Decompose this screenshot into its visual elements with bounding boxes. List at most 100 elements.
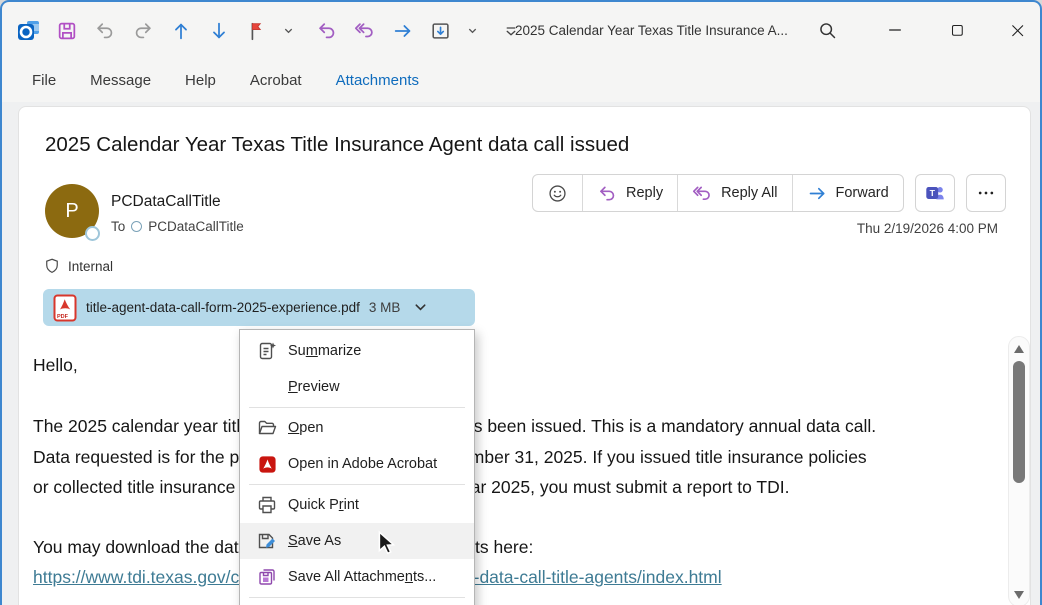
reply-all-icon — [692, 183, 713, 204]
menu-item-preview[interactable]: Preview — [240, 369, 474, 405]
menu-item-summarize[interactable]: Summarize — [240, 333, 474, 369]
outlook-message-window: 2025 Calendar Year Texas Title Insurance… — [0, 0, 1042, 605]
menu-label: Su — [288, 343, 306, 359]
tab-file[interactable]: File — [32, 72, 56, 89]
reply-label: Reply — [626, 185, 663, 201]
redo-icon[interactable] — [130, 18, 155, 43]
teams-icon: T — [924, 182, 946, 204]
flag-icon[interactable] — [244, 18, 269, 43]
body-greeting: Hello, — [33, 355, 78, 376]
reactions-button[interactable] — [533, 175, 583, 211]
adobe-acrobat-icon — [257, 454, 277, 474]
svg-text:T: T — [929, 188, 935, 198]
menu-label: marize — [318, 343, 362, 359]
ellipsis-icon — [976, 183, 996, 203]
menu-label: Quick P — [288, 497, 339, 513]
message-timestamp: Thu 2/19/2026 4:00 PM — [857, 221, 998, 236]
menu-item-open[interactable]: Open — [240, 410, 474, 446]
menu-label-accel: n — [405, 569, 413, 585]
tab-help[interactable]: Help — [185, 72, 216, 89]
minimize-button[interactable] — [876, 12, 914, 48]
menu-label-accel: m — [306, 343, 318, 359]
message-card: 2025 Calendar Year Texas Title Insurance… — [18, 106, 1031, 605]
reply-button[interactable]: Reply — [583, 175, 678, 211]
menu-label: Save All Attachme — [288, 569, 405, 585]
menu-separator — [249, 407, 465, 408]
sender-name[interactable]: PCDataCallTitle — [111, 193, 221, 211]
menu-label: int — [344, 497, 359, 513]
to-label: To — [111, 219, 125, 234]
tab-attachments[interactable]: Attachments — [336, 72, 419, 89]
forward-button[interactable]: Forward — [793, 175, 903, 211]
quick-access-toolbar — [16, 2, 523, 59]
outlook-logo-icon — [16, 18, 41, 43]
menu-item-save-all-attachments[interactable]: Save All Attachments... — [240, 559, 474, 595]
scroll-up-arrow-icon[interactable] — [1014, 345, 1024, 353]
menu-item-upload-partial[interactable] — [240, 600, 474, 605]
save-icon[interactable] — [54, 18, 79, 43]
avatar-initial: P — [65, 200, 78, 223]
save-all-icon — [257, 567, 277, 587]
share-to-teams-button[interactable]: T — [915, 174, 955, 212]
attachment-size: 3 MB — [369, 300, 401, 315]
reply-icon[interactable] — [314, 18, 339, 43]
menu-item-open-in-adobe-acrobat[interactable]: Open in Adobe Acrobat — [240, 446, 474, 482]
sensitivity-label: Internal — [43, 257, 113, 275]
open-folder-icon — [257, 418, 277, 438]
reply-all-icon[interactable] — [352, 18, 377, 43]
reply-all-button[interactable]: Reply All — [678, 175, 792, 211]
menu-label: ave As — [298, 533, 342, 549]
menu-separator — [249, 597, 465, 598]
menu-separator — [249, 484, 465, 485]
move-down-icon[interactable] — [206, 18, 231, 43]
menu-label: pen — [299, 420, 323, 436]
move-to-dropdown-icon[interactable] — [460, 18, 485, 43]
undo-icon[interactable] — [92, 18, 117, 43]
menu-item-save-as[interactable]: Save As — [240, 523, 474, 559]
scroll-down-arrow-icon[interactable] — [1014, 591, 1024, 599]
no-icon — [257, 377, 277, 397]
printer-icon — [257, 495, 277, 515]
title-bar: 2025 Calendar Year Texas Title Insurance… — [2, 2, 1040, 59]
menu-item-quick-print[interactable]: Quick Print — [240, 487, 474, 523]
message-subject: 2025 Calendar Year Texas Title Insurance… — [45, 133, 629, 157]
scrollbar-thumb[interactable] — [1013, 361, 1025, 483]
window-title: 2025 Calendar Year Texas Title Insurance… — [515, 2, 788, 59]
attachment-filename: title-agent-data-call-form-2025-experien… — [86, 300, 360, 315]
pdf-file-icon: PDF — [53, 294, 77, 322]
svg-text:PDF: PDF — [57, 314, 69, 320]
reply-icon — [597, 183, 618, 204]
sensitivity-text: Internal — [68, 259, 113, 274]
recipient-presence-icon — [131, 221, 142, 232]
tab-message[interactable]: Message — [90, 72, 151, 89]
move-to-folder-icon[interactable] — [428, 18, 453, 43]
menu-label: ts... — [413, 569, 436, 585]
reply-button-group: Reply Reply All Forward — [532, 174, 904, 212]
forward-icon — [807, 183, 828, 204]
summarize-icon — [257, 341, 277, 361]
attachment-context-menu: Summarize Preview Open Open in A — [239, 329, 475, 605]
menu-label-accel: O — [288, 420, 299, 436]
forward-icon[interactable] — [390, 18, 415, 43]
search-icon[interactable] — [808, 12, 846, 48]
menu-label: review — [298, 379, 340, 395]
more-actions-button[interactable] — [966, 174, 1006, 212]
recipient-row: To PCDataCallTitle — [111, 219, 244, 234]
attachment-chip[interactable]: PDF title-agent-data-call-form-2025-expe… — [43, 289, 475, 326]
save-as-icon — [257, 531, 277, 551]
menu-label-accel: P — [288, 379, 298, 395]
recipient-name[interactable]: PCDataCallTitle — [148, 219, 244, 234]
ribbon-tab-bar: File Message Help Acrobat Attachments — [2, 59, 1040, 102]
shield-icon — [43, 257, 61, 275]
close-button[interactable] — [998, 12, 1036, 48]
presence-badge — [85, 226, 100, 241]
flag-dropdown-icon[interactable] — [276, 18, 301, 43]
maximize-button[interactable] — [938, 12, 976, 48]
forward-label: Forward — [836, 185, 889, 201]
tab-acrobat[interactable]: Acrobat — [250, 72, 302, 89]
menu-label: Open in Adobe Acrobat — [288, 456, 437, 472]
message-actions: Reply Reply All Forward — [532, 174, 1006, 212]
attachment-dropdown-icon[interactable] — [413, 300, 428, 315]
vertical-scrollbar[interactable] — [1008, 336, 1030, 605]
move-up-icon[interactable] — [168, 18, 193, 43]
